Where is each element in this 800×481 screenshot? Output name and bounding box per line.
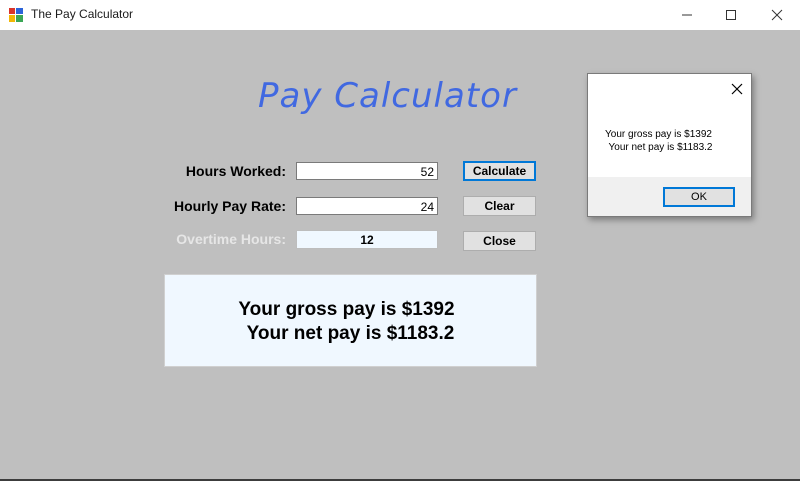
hourly-pay-rate-label: Hourly Pay Rate: [173, 198, 286, 214]
dialog-gross-pay-text: Your gross pay is $1392 [605, 129, 712, 140]
clear-button[interactable]: Clear [463, 196, 536, 216]
minimize-button[interactable] [664, 0, 710, 30]
maximize-button[interactable] [708, 0, 754, 30]
overtime-hours-label: Overtime Hours: [176, 231, 286, 247]
maximize-icon [726, 10, 736, 20]
calculate-button[interactable]: Calculate [463, 161, 536, 181]
overtime-hours-value: 12 [296, 230, 438, 249]
message-box-dialog: Your gross pay is $1392 Your net pay is … [587, 73, 752, 217]
title-bar: The Pay Calculator [0, 0, 800, 30]
dialog-close-icon[interactable] [730, 82, 744, 96]
app-form-icon [9, 8, 23, 22]
dialog-footer: OK [588, 177, 751, 216]
close-window-button[interactable] [754, 0, 800, 30]
close-icon [771, 9, 783, 21]
net-pay-result: Your net pay is $1183.2 [246, 323, 455, 344]
dialog-net-pay-text: Your net pay is $1183.2 [608, 142, 713, 153]
ok-button[interactable]: OK [663, 187, 735, 207]
page-title: Pay Calculator [258, 76, 517, 116]
hours-worked-input[interactable]: 52 [296, 162, 438, 180]
minimize-icon [682, 14, 692, 16]
hourly-pay-rate-input[interactable]: 24 [296, 197, 438, 215]
hours-worked-label: Hours Worked: [185, 163, 286, 179]
close-button[interactable]: Close [463, 231, 536, 251]
window-title: The Pay Calculator [31, 7, 134, 21]
result-panel: Your gross pay is $1392 Your net pay is … [164, 274, 537, 367]
gross-pay-result: Your gross pay is $1392 [238, 299, 455, 320]
